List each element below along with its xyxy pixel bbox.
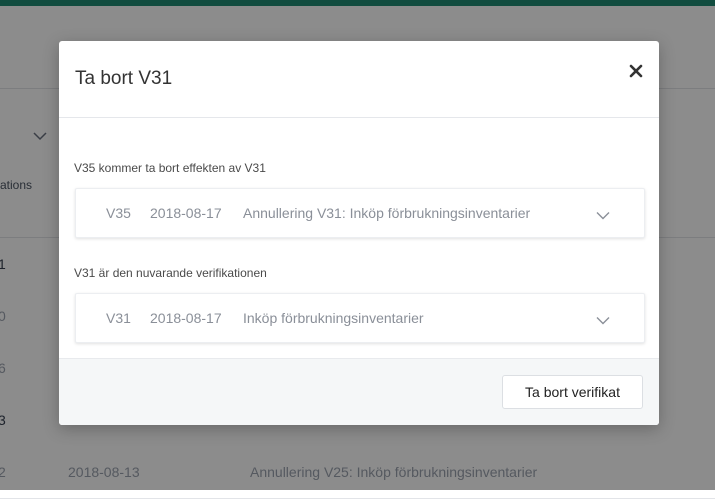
verification-date: 2018-08-17 bbox=[150, 310, 222, 326]
modal-footer: Ta bort verifikat bbox=[59, 358, 659, 425]
verification-card-v31[interactable]: V31 2018-08-17 Inköp förbrukningsinventa… bbox=[75, 293, 645, 343]
verification-description: Inköp förbrukningsinventarier bbox=[243, 310, 424, 326]
modal-title: Ta bort V31 bbox=[75, 68, 173, 89]
close-icon bbox=[623, 58, 649, 84]
verification-description: Annullering V31: Inköp förbrukningsinven… bbox=[243, 205, 531, 221]
section-label-reversal: V35 kommer ta bort effekten av V31 bbox=[74, 161, 266, 175]
close-button[interactable] bbox=[623, 58, 649, 84]
chevron-down-icon[interactable] bbox=[596, 207, 610, 225]
modal-header: Ta bort V31 bbox=[59, 41, 659, 118]
verification-number: V35 bbox=[106, 205, 131, 221]
chevron-down-icon[interactable] bbox=[596, 312, 610, 330]
delete-verification-button[interactable]: Ta bort verifikat bbox=[502, 375, 643, 409]
verification-card-v35[interactable]: V35 2018-08-17 Annullering V31: Inköp fö… bbox=[75, 188, 645, 238]
verification-date: 2018-08-17 bbox=[150, 205, 222, 221]
delete-verification-modal: Ta bort V31 V35 kommer ta bort effekten … bbox=[59, 41, 659, 425]
section-label-current: V31 är den nuvarande verifikationen bbox=[74, 266, 267, 280]
verification-number: V31 bbox=[106, 310, 131, 326]
